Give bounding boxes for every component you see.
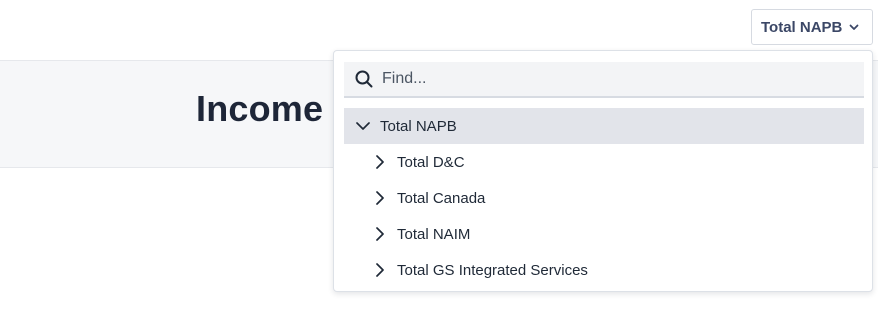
- search-box: [344, 62, 864, 98]
- chevron-right-icon[interactable]: [372, 262, 388, 278]
- chevron-right-icon[interactable]: [372, 154, 388, 170]
- tree-item-label: Total NAIM: [397, 225, 471, 243]
- tree-item-total-dc[interactable]: Total D&C: [344, 144, 864, 180]
- tree-item-label: Total D&C: [397, 153, 465, 171]
- scope-select-button[interactable]: Total NAPB: [751, 9, 873, 45]
- scope-select-label: Total NAPB: [761, 18, 843, 36]
- scope-dropdown-panel: Total NAPB Total D&C Total Canada Total …: [333, 50, 873, 292]
- tree-item-label: Total GS Integrated Services: [397, 261, 588, 279]
- chevron-down-icon: [849, 24, 859, 30]
- chevron-right-icon[interactable]: [372, 226, 388, 242]
- chevron-down-icon[interactable]: [355, 118, 371, 134]
- search-input[interactable]: [380, 69, 844, 89]
- page: Income S Total NAPB Total NAPB: [0, 0, 878, 312]
- tree-item-total-naim[interactable]: Total NAIM: [344, 216, 864, 252]
- tree-item-total-napb[interactable]: Total NAPB: [344, 108, 864, 144]
- tree-item-label: Total NAPB: [380, 117, 457, 135]
- chevron-right-icon[interactable]: [372, 190, 388, 206]
- hierarchy-tree: Total NAPB Total D&C Total Canada Total …: [344, 108, 864, 288]
- tree-item-label: Total Canada: [397, 189, 486, 207]
- search-icon: [355, 70, 373, 88]
- tree-item-total-canada[interactable]: Total Canada: [344, 180, 864, 216]
- tree-item-total-gs-integrated-services[interactable]: Total GS Integrated Services: [344, 252, 864, 288]
